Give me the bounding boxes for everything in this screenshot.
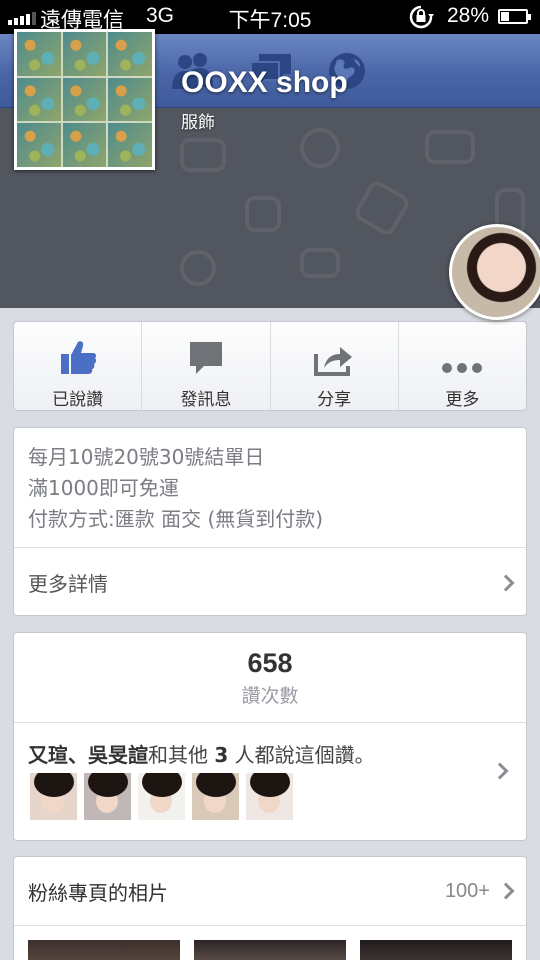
likes-count: 658	[247, 648, 293, 678]
like-button[interactable]: 已說讚	[14, 322, 143, 410]
friend-names: 又瑄、吳旻諠	[28, 743, 148, 767]
friend-avatar[interactable]	[246, 773, 293, 820]
photo-thumbnail[interactable]	[28, 940, 180, 960]
likes-card: 658 讚次數 又瑄、吳旻諠和其他 3 人都說這個讚。	[13, 632, 527, 841]
battery-percent: 28%	[447, 4, 490, 27]
network-type: 3G	[146, 4, 175, 27]
about-card: 每月10號20號30號結單日 滿1000即可免運 付款方式:匯款 面交 (無貨到…	[13, 427, 527, 616]
friends-others-count: 3	[214, 743, 229, 767]
page-category: 服飾	[181, 113, 215, 133]
signal-icon	[8, 11, 36, 25]
about-line: 滿1000即可免運	[28, 476, 179, 500]
share-button-label: 分享	[317, 390, 352, 410]
page-actions-bar: 已說讚 發訊息 分享 更多	[13, 321, 527, 411]
friend-avatar[interactable]	[84, 773, 131, 820]
friend-avatar[interactable]	[138, 773, 185, 820]
friend-avatar[interactable]	[192, 773, 239, 820]
more-button-label: 更多	[445, 390, 480, 410]
page-photos-title: 粉絲專頁的相片	[28, 880, 168, 905]
message-button-label: 發訊息	[180, 390, 232, 410]
likes-count-label: 讚次數	[241, 685, 299, 707]
friends-like-text: 又瑄、吳旻諠和其他 3 人都說這個讚。	[28, 739, 375, 768]
more-details-label: 更多詳情	[28, 572, 108, 596]
friend-avatars	[30, 773, 293, 820]
rotation-lock-icon	[409, 5, 434, 29]
more-button[interactable]: 更多	[399, 322, 526, 410]
page-profile-picture[interactable]	[14, 29, 155, 170]
more-dots-icon	[442, 363, 483, 373]
chevron-right-icon	[497, 882, 515, 900]
photo-strip	[14, 926, 526, 960]
message-bubble-icon	[189, 342, 222, 374]
about-description: 每月10號20號30號結單日 滿1000即可免運 付款方式:匯款 面交 (無貨到…	[14, 428, 526, 547]
page-photos-card: 粉絲專頁的相片 100+	[13, 856, 527, 960]
chevron-right-icon	[497, 574, 515, 591]
avatar[interactable]	[449, 224, 540, 320]
message-button[interactable]: 發訊息	[142, 322, 271, 410]
photo-thumbnail[interactable]	[360, 940, 512, 960]
friends-and: 和其他	[148, 743, 208, 767]
photo-thumbnail[interactable]	[194, 940, 346, 960]
chevron-right-icon	[491, 762, 509, 780]
about-line: 每月10號20號30號結單日	[28, 445, 265, 469]
more-details-row[interactable]: 更多詳情	[14, 548, 526, 615]
page-photos-count: 100+	[444, 879, 490, 902]
share-button[interactable]: 分享	[271, 322, 399, 410]
about-line: 付款方式:匯款 面交 (無貨到付款)	[28, 507, 324, 531]
friend-avatar[interactable]	[30, 773, 77, 820]
battery-charging-icon	[498, 9, 531, 24]
share-icon	[314, 347, 353, 376]
like-button-label: 已說讚	[52, 390, 104, 410]
friends-suffix: 人都說這個讚。	[234, 743, 375, 767]
friends-who-like-row[interactable]: 又瑄、吳旻諠和其他 3 人都說這個讚。	[14, 723, 526, 840]
like-thumb-icon	[60, 341, 96, 374]
page-photos-header[interactable]: 粉絲專頁的相片 100+	[14, 857, 526, 925]
page-title: OOXX shop	[181, 66, 348, 99]
